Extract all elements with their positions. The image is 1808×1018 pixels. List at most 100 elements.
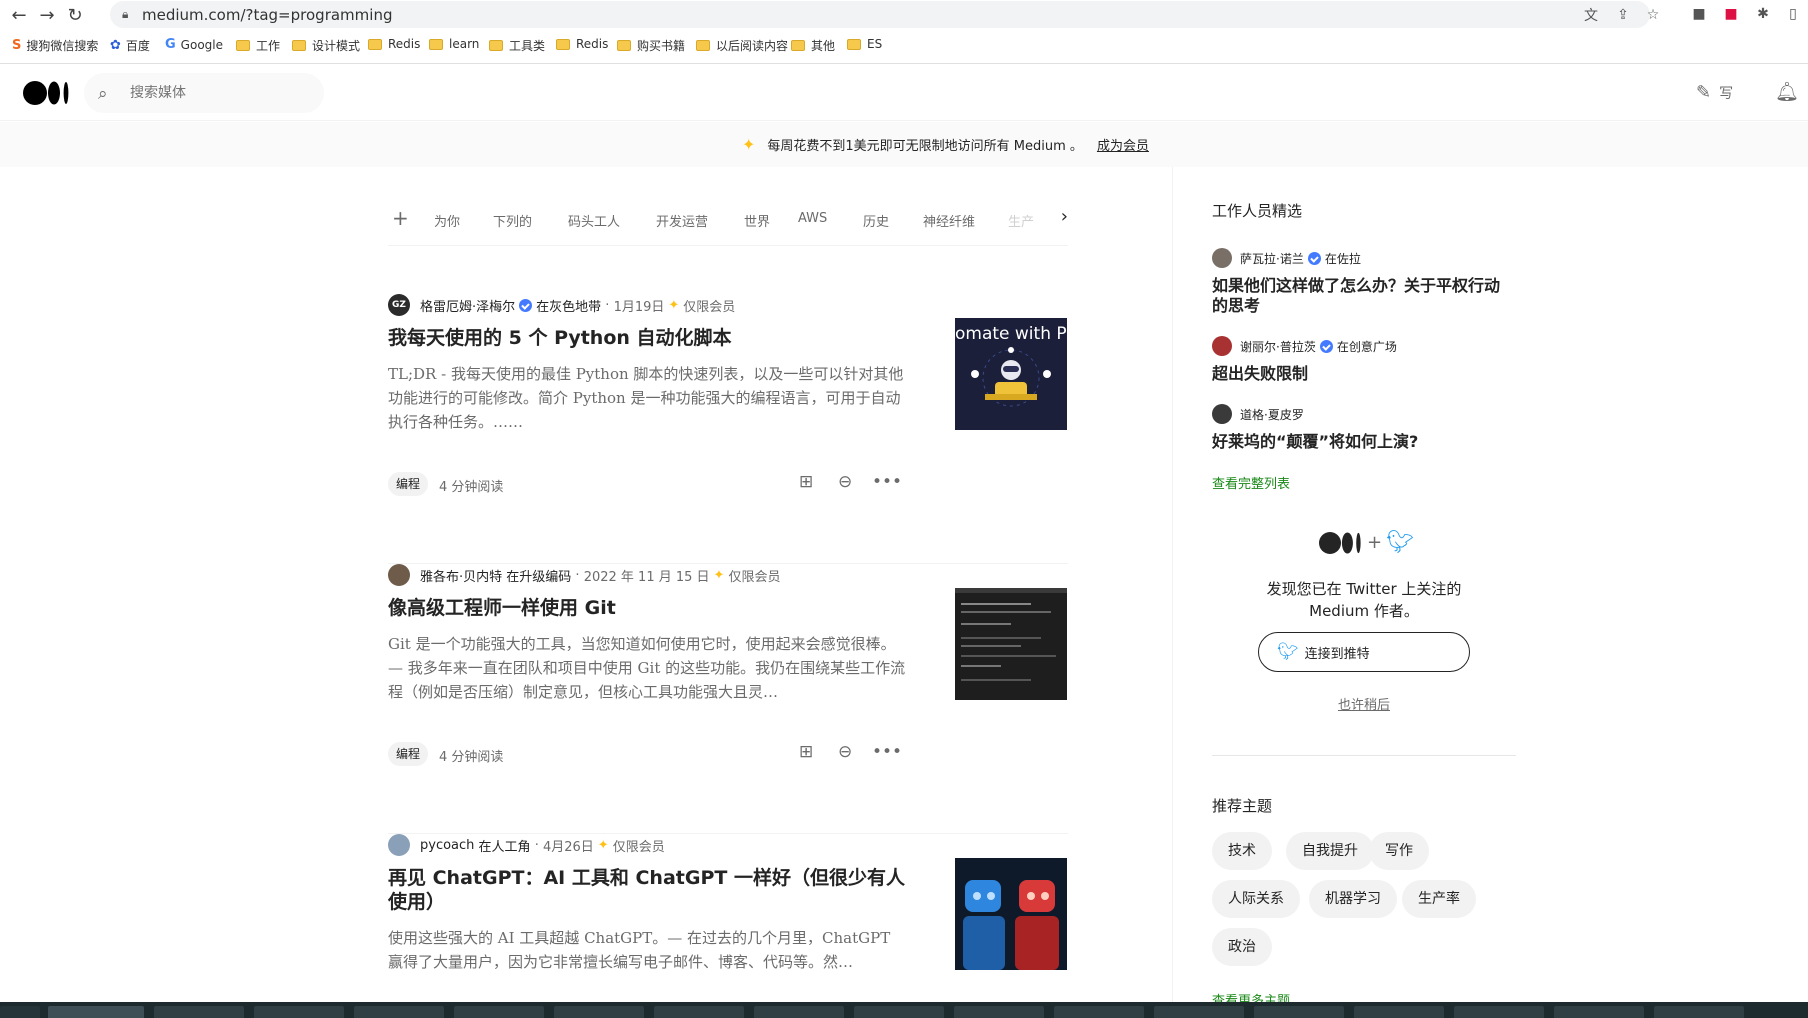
maybe-later-link[interactable]: 也许稍后	[1212, 694, 1516, 713]
medium-logo[interactable]	[23, 81, 71, 105]
taskbar-app[interactable]	[1154, 1006, 1244, 1018]
taskbar-app[interactable]	[1554, 1006, 1644, 1018]
extension-icon[interactable]: ■	[1690, 5, 1708, 23]
author-avatar[interactable]	[388, 564, 410, 586]
pick-author[interactable]: 道格·夏皮罗	[1240, 406, 1304, 423]
show-less-icon[interactable]: ⊖	[838, 472, 852, 492]
article-title[interactable]: 我每天使用的 5 个 Python 自动化脚本	[388, 326, 908, 350]
taskbar-app[interactable]	[754, 1006, 844, 1018]
article-title[interactable]: 再见 ChatGPT：AI 工具和 ChatGPT 一样好（但很少有人使用）	[388, 866, 908, 914]
pick-publication[interactable]: 在创意广场	[1337, 338, 1397, 355]
topic-pill[interactable]: 人际关系	[1212, 880, 1300, 918]
author-avatar[interactable]	[1212, 248, 1232, 268]
topic-tab[interactable]: 开发运营	[656, 211, 708, 230]
bookmark-item[interactable]: learn	[429, 37, 479, 51]
bookmark-star-icon[interactable]: ☆	[1644, 6, 1662, 24]
article-subtitle[interactable]: Git 是一个功能强大的工具，当您知道如何使用它时，使用起来会感觉很棒。— 我多…	[388, 632, 908, 704]
article-card[interactable]: pycoach 在人工角 · 4月26日 ✦ 仅限会员 再见 ChatGPT：A…	[388, 834, 1068, 1002]
article-title[interactable]: 像高级工程师一样使用 Git	[388, 596, 908, 620]
share-icon[interactable]: ⇪	[1614, 6, 1632, 24]
bookmark-item[interactable]: 工具类	[489, 37, 545, 54]
pick-title[interactable]: 超出失败限制	[1212, 364, 1397, 384]
taskbar-app[interactable]	[554, 1006, 644, 1018]
bookmark-item[interactable]: 以后阅读内容	[696, 37, 788, 54]
bookmark-add-icon[interactable]: ⊞	[799, 472, 813, 492]
article-card[interactable]: GZ 格雷厄姆·泽梅尔 在灰色地带 · 1月19日 ✦ 仅限会员 我每天使用的 …	[388, 294, 1068, 564]
notifications-icon[interactable]: 🔔︎	[1775, 80, 1799, 103]
taskbar-app[interactable]	[254, 1006, 344, 1018]
author-avatar[interactable]	[1212, 404, 1232, 424]
topic-pill[interactable]: 政治	[1212, 928, 1272, 966]
search-input[interactable]	[130, 83, 310, 103]
tag-pill[interactable]: 编程	[388, 472, 429, 496]
puzzle-icon[interactable]: ✱	[1754, 5, 1772, 23]
staff-pick[interactable]: 谢丽尔·普拉茨 在创意广场 超出失败限制	[1212, 336, 1397, 384]
topic-pill[interactable]: 技术	[1212, 832, 1272, 870]
taskbar-app[interactable]	[48, 1006, 144, 1018]
bookmark-item[interactable]: 设计模式	[292, 37, 360, 54]
pick-title[interactable]: 如果他们这样做了怎么办？关于平权行动的思考	[1212, 276, 1512, 316]
extension-red-icon[interactable]: ■	[1722, 5, 1740, 23]
taskbar-app[interactable]	[354, 1006, 444, 1018]
url-text[interactable]: medium.com/?tag=programming	[142, 6, 392, 24]
add-topic-icon[interactable]: +	[392, 206, 409, 230]
taskbar-app[interactable]	[154, 1006, 244, 1018]
staff-pick[interactable]: 道格·夏皮罗 好莱坞的“颠覆”将如何上演?	[1212, 404, 1418, 452]
publication-name[interactable]: 在灰色地带	[536, 296, 601, 315]
chevron-right-icon[interactable]: ›	[1044, 206, 1068, 227]
bookmark-item[interactable]: G Google	[165, 37, 223, 52]
taskbar-app[interactable]	[1654, 1006, 1744, 1018]
taskbar-app[interactable]	[1054, 1006, 1144, 1018]
article-thumbnail[interactable]	[955, 588, 1067, 700]
connect-twitter-button[interactable]: 🐦︎ 连接到推特	[1258, 632, 1470, 672]
article-card[interactable]: 雅各布·贝内特 在升级编码 · 2022 年 11 月 15 日 ✦ 仅限会员 …	[388, 564, 1068, 834]
see-full-list-link[interactable]: 查看完整列表	[1212, 473, 1290, 492]
pick-author[interactable]: 萨瓦拉·诺兰	[1240, 250, 1304, 267]
address-bar[interactable]: 🔒︎ medium.com/?tag=programming 文 ⇪ ☆	[110, 1, 1659, 28]
topic-pill[interactable]: 生产率	[1402, 880, 1476, 918]
tag-pill[interactable]: 编程	[388, 742, 429, 766]
write-button[interactable]: ✎ 写	[1696, 82, 1733, 103]
publication-name[interactable]: 在升级编码	[506, 566, 571, 585]
topic-pill[interactable]: 机器学习	[1309, 880, 1397, 918]
author-name[interactable]: 格雷厄姆·泽梅尔	[420, 296, 515, 315]
translate-icon[interactable]: 文	[1582, 6, 1600, 24]
staff-pick[interactable]: 萨瓦拉·诺兰 在佐拉 如果他们这样做了怎么办？关于平权行动的思考	[1212, 248, 1512, 316]
author-avatar[interactable]: GZ	[388, 294, 410, 316]
bookmark-item[interactable]: 其他	[791, 37, 835, 54]
article-thumbnail[interactable]	[955, 858, 1067, 970]
article-subtitle[interactable]: TL;DR - 我每天使用的最佳 Python 脚本的快速列表，以及一些可以针对…	[388, 362, 908, 434]
back-arrow-icon[interactable]: ←	[8, 4, 30, 26]
bookmark-item[interactable]: Redis	[368, 37, 420, 51]
forward-arrow-icon[interactable]: →	[36, 4, 58, 26]
bookmark-item[interactable]: ✿ 百度	[110, 37, 150, 54]
topic-pill[interactable]: 自我提升	[1286, 832, 1374, 870]
taskbar-app[interactable]	[954, 1006, 1044, 1018]
topic-tab[interactable]: 历史	[863, 211, 889, 230]
taskbar-app[interactable]	[1454, 1006, 1544, 1018]
author-avatar[interactable]	[388, 834, 410, 856]
show-less-icon[interactable]: ⊖	[838, 742, 852, 762]
author-avatar[interactable]	[1212, 336, 1232, 356]
taskbar-app[interactable]	[1254, 1006, 1344, 1018]
bookmark-item[interactable]: 购买书籍	[617, 37, 685, 54]
author-name[interactable]: pycoach	[420, 838, 474, 853]
reload-icon[interactable]: ↻	[64, 4, 86, 26]
taskbar-app[interactable]	[1354, 1006, 1444, 1018]
topic-tab[interactable]: 生产	[1008, 211, 1034, 230]
taskbar-app[interactable]	[454, 1006, 544, 1018]
topic-tab[interactable]: AWS	[798, 211, 827, 226]
bookmark-item[interactable]: 工作	[236, 37, 280, 54]
bookmark-add-icon[interactable]: ⊞	[799, 742, 813, 762]
pick-publication[interactable]: 在佐拉	[1325, 250, 1361, 267]
pick-author[interactable]: 谢丽尔·普拉茨	[1240, 338, 1316, 355]
topic-pill[interactable]: 写作	[1369, 832, 1429, 870]
search-box[interactable]: ⌕	[84, 73, 324, 113]
pick-title[interactable]: 好莱坞的“颠覆”将如何上演?	[1212, 432, 1418, 452]
publication-name[interactable]: 在人工角	[479, 836, 531, 855]
topic-tab[interactable]: 为你	[434, 211, 460, 230]
topic-tab[interactable]: 码头工人	[568, 211, 620, 230]
sidepanel-icon[interactable]: ▯	[1784, 5, 1802, 23]
more-options-icon[interactable]: •••	[872, 472, 902, 492]
more-options-icon[interactable]: •••	[872, 742, 902, 762]
